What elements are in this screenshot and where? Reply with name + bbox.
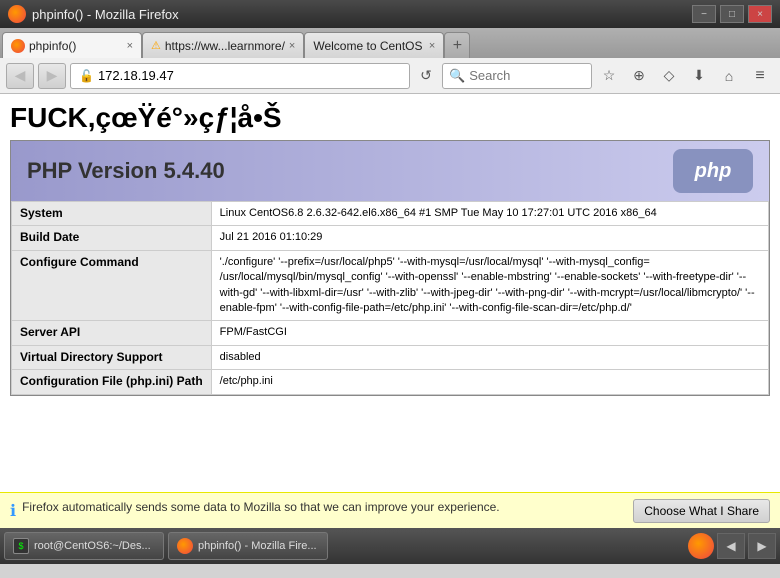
taskbar-label-firefox: phpinfo() - Mozilla Fire...: [198, 540, 317, 552]
table-cell-value: Linux CentOS6.8 2.6.32-642.el6.x86_64 #1…: [211, 202, 768, 226]
phpinfo-table: System Linux CentOS6.8 2.6.32-642.el6.x8…: [11, 201, 769, 395]
nav-icons: ☆ ⊕ ◇ ⬇ ⌂ ≡: [596, 63, 774, 89]
bookmark-icon[interactable]: ☆: [596, 63, 622, 89]
table-cell-label: Configuration File (php.ini) Path: [12, 370, 212, 394]
titlebar: phpinfo() - Mozilla Firefox − □ ×: [0, 0, 780, 28]
table-cell-value: disabled: [211, 345, 768, 369]
table-cell-label: Virtual Directory Support: [12, 345, 212, 369]
navbar: ◀ ▶ 🔓 ↺ 🔍 ☆ ⊕ ◇ ⬇ ⌂ ≡: [0, 58, 780, 94]
close-button[interactable]: ×: [748, 5, 772, 23]
tab-close-phpinfo[interactable]: ×: [127, 40, 133, 52]
table-row: System Linux CentOS6.8 2.6.32-642.el6.x8…: [12, 202, 769, 226]
table-cell-label: Server API: [12, 321, 212, 345]
table-cell-label: Configure Command: [12, 250, 212, 321]
table-cell-value: FPM/FastCGI: [211, 321, 768, 345]
taskbar-item-firefox[interactable]: phpinfo() - Mozilla Fire...: [168, 532, 328, 560]
minimize-button[interactable]: −: [692, 5, 716, 23]
home-icon[interactable]: ⌂: [716, 63, 742, 89]
page-heading: FUCK,çœŸé°»çƒ¦å•Š: [0, 94, 780, 140]
tab-close-centos[interactable]: ×: [429, 40, 435, 52]
tab-warning-icon: ⚠: [151, 39, 161, 52]
maximize-button[interactable]: □: [720, 5, 744, 23]
address-bar[interactable]: 🔓: [70, 63, 410, 89]
table-cell-label: System: [12, 202, 212, 226]
configure-value-cont: /usr/local/mysql/bin/mysql_config' '--wi…: [220, 270, 760, 316]
table-row: Build Date Jul 21 2016 01:10:29: [12, 226, 769, 250]
table-row: Configuration File (php.ini) Path /etc/p…: [12, 370, 769, 394]
tab-label-centos: Welcome to CentOS: [313, 39, 422, 53]
back-button[interactable]: ◀: [6, 63, 34, 89]
address-input[interactable]: [98, 68, 401, 83]
reload-button[interactable]: ↺: [414, 63, 438, 89]
tab-label-learnmore: https://ww...learnmore/: [165, 39, 285, 53]
table-row: Configure Command './configure' '--prefi…: [12, 250, 769, 321]
notification-bar: ℹ Firefox automatically sends some data …: [0, 492, 780, 528]
notif-text: Firefox automatically sends some data to…: [22, 500, 500, 514]
new-tab-button[interactable]: +: [444, 32, 470, 58]
taskbar-next-button[interactable]: ▶: [748, 533, 776, 559]
tab-centos[interactable]: Welcome to CentOS ×: [304, 32, 444, 58]
menu-button[interactable]: ≡: [746, 63, 774, 89]
php-version: PHP Version 5.4.40: [27, 158, 225, 184]
table-cell-value: './configure' '--prefix=/usr/local/php5'…: [211, 250, 768, 321]
info-icon: ℹ: [10, 501, 16, 521]
table-row: Virtual Directory Support disabled: [12, 345, 769, 369]
tab-label-phpinfo: phpinfo(): [29, 39, 76, 53]
taskbar-end: ◀ ▶: [688, 533, 776, 559]
tab-phpinfo[interactable]: phpinfo() ×: [2, 32, 142, 58]
window-title: phpinfo() - Mozilla Firefox: [32, 7, 179, 22]
lock-icon: 🔓: [79, 69, 94, 83]
tabbar: phpinfo() × ⚠ https://ww...learnmore/ × …: [0, 28, 780, 58]
firefox-icon: [8, 5, 26, 23]
phpinfo-header: PHP Version 5.4.40 php: [11, 141, 769, 201]
notif-content: ℹ Firefox automatically sends some data …: [10, 500, 633, 521]
choose-share-button[interactable]: Choose What I Share: [633, 499, 770, 523]
tab-close-learnmore[interactable]: ×: [289, 40, 295, 52]
table-row: Server API FPM/FastCGI: [12, 321, 769, 345]
taskbar-item-terminal[interactable]: $ root@CentOS6:~/Des...: [4, 532, 164, 560]
table-cell-label: Build Date: [12, 226, 212, 250]
download-icon[interactable]: ⬇: [686, 63, 712, 89]
pocket-icon[interactable]: ◇: [656, 63, 682, 89]
search-icon: 🔍: [449, 68, 465, 84]
php-logo: php: [673, 149, 753, 193]
search-input[interactable]: [469, 68, 585, 83]
tab-learnmore[interactable]: ⚠ https://ww...learnmore/ ×: [142, 32, 304, 58]
forward-button[interactable]: ▶: [38, 63, 66, 89]
phpinfo-box: PHP Version 5.4.40 php System Linux Cent…: [10, 140, 770, 396]
taskbar-prev-button[interactable]: ◀: [717, 533, 745, 559]
window-controls[interactable]: − □ ×: [692, 5, 772, 23]
titlebar-left: phpinfo() - Mozilla Firefox: [8, 5, 179, 23]
table-cell-value: /etc/php.ini: [211, 370, 768, 394]
table-cell-value: Jul 21 2016 01:10:29: [211, 226, 768, 250]
sync-icon[interactable]: ⊕: [626, 63, 652, 89]
tab-favicon-phpinfo: [11, 39, 25, 53]
firefox-logo-icon[interactable]: [688, 533, 714, 559]
taskbar: $ root@CentOS6:~/Des... phpinfo() - Mozi…: [0, 528, 780, 564]
configure-value: './configure' '--prefix=/usr/local/php5'…: [220, 256, 650, 268]
firefox-taskbar-icon: [177, 538, 193, 554]
search-bar[interactable]: 🔍: [442, 63, 592, 89]
taskbar-label-terminal: root@CentOS6:~/Des...: [34, 540, 151, 552]
terminal-icon: $: [13, 538, 29, 554]
content-area: FUCK,çœŸé°»çƒ¦å•Š PHP Version 5.4.40 php…: [0, 94, 780, 492]
